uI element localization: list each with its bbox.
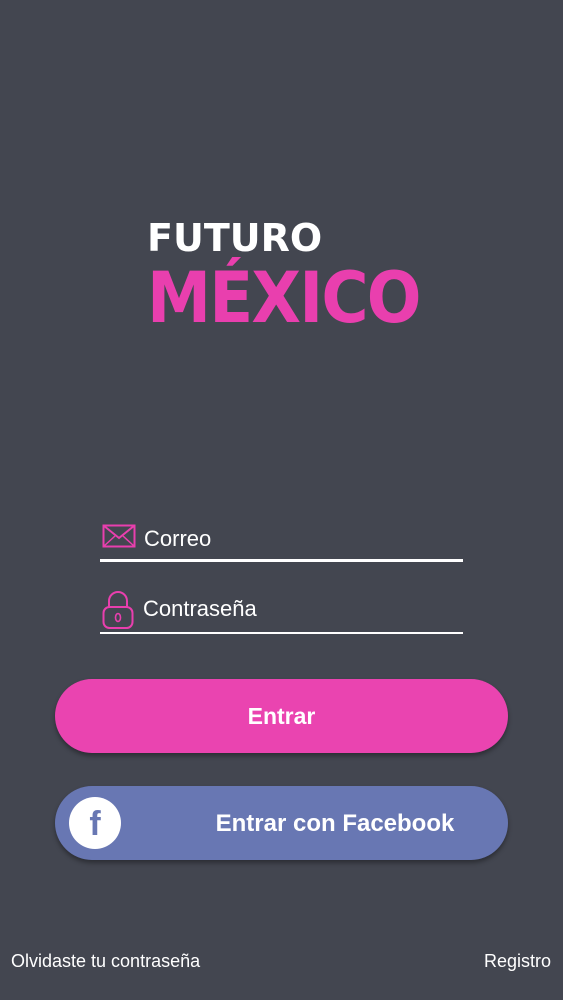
logo-line-mexico: MÉXICO xyxy=(147,257,422,339)
facebook-icon-glyph: f xyxy=(89,805,101,843)
envelope-icon xyxy=(102,524,136,553)
email-underline xyxy=(100,559,463,562)
register-link[interactable]: Registro xyxy=(484,951,551,972)
logo-line-futuro: FUTURO xyxy=(147,216,323,260)
facebook-icon: f xyxy=(69,797,121,849)
login-button-label: Entrar xyxy=(247,703,316,729)
password-underline xyxy=(100,632,463,634)
forgot-password-link[interactable]: Olvidaste tu contraseña xyxy=(11,951,200,972)
facebook-login-button-label: Entrar con Facebook xyxy=(215,810,455,837)
login-button[interactable]: Entrar xyxy=(55,679,508,753)
padlock-icon xyxy=(102,590,134,635)
facebook-login-button[interactable]: f Entrar con Facebook xyxy=(55,786,508,860)
password-field xyxy=(100,588,463,634)
password-input[interactable] xyxy=(143,594,453,624)
email-field xyxy=(100,516,463,562)
email-input[interactable] xyxy=(144,524,454,554)
